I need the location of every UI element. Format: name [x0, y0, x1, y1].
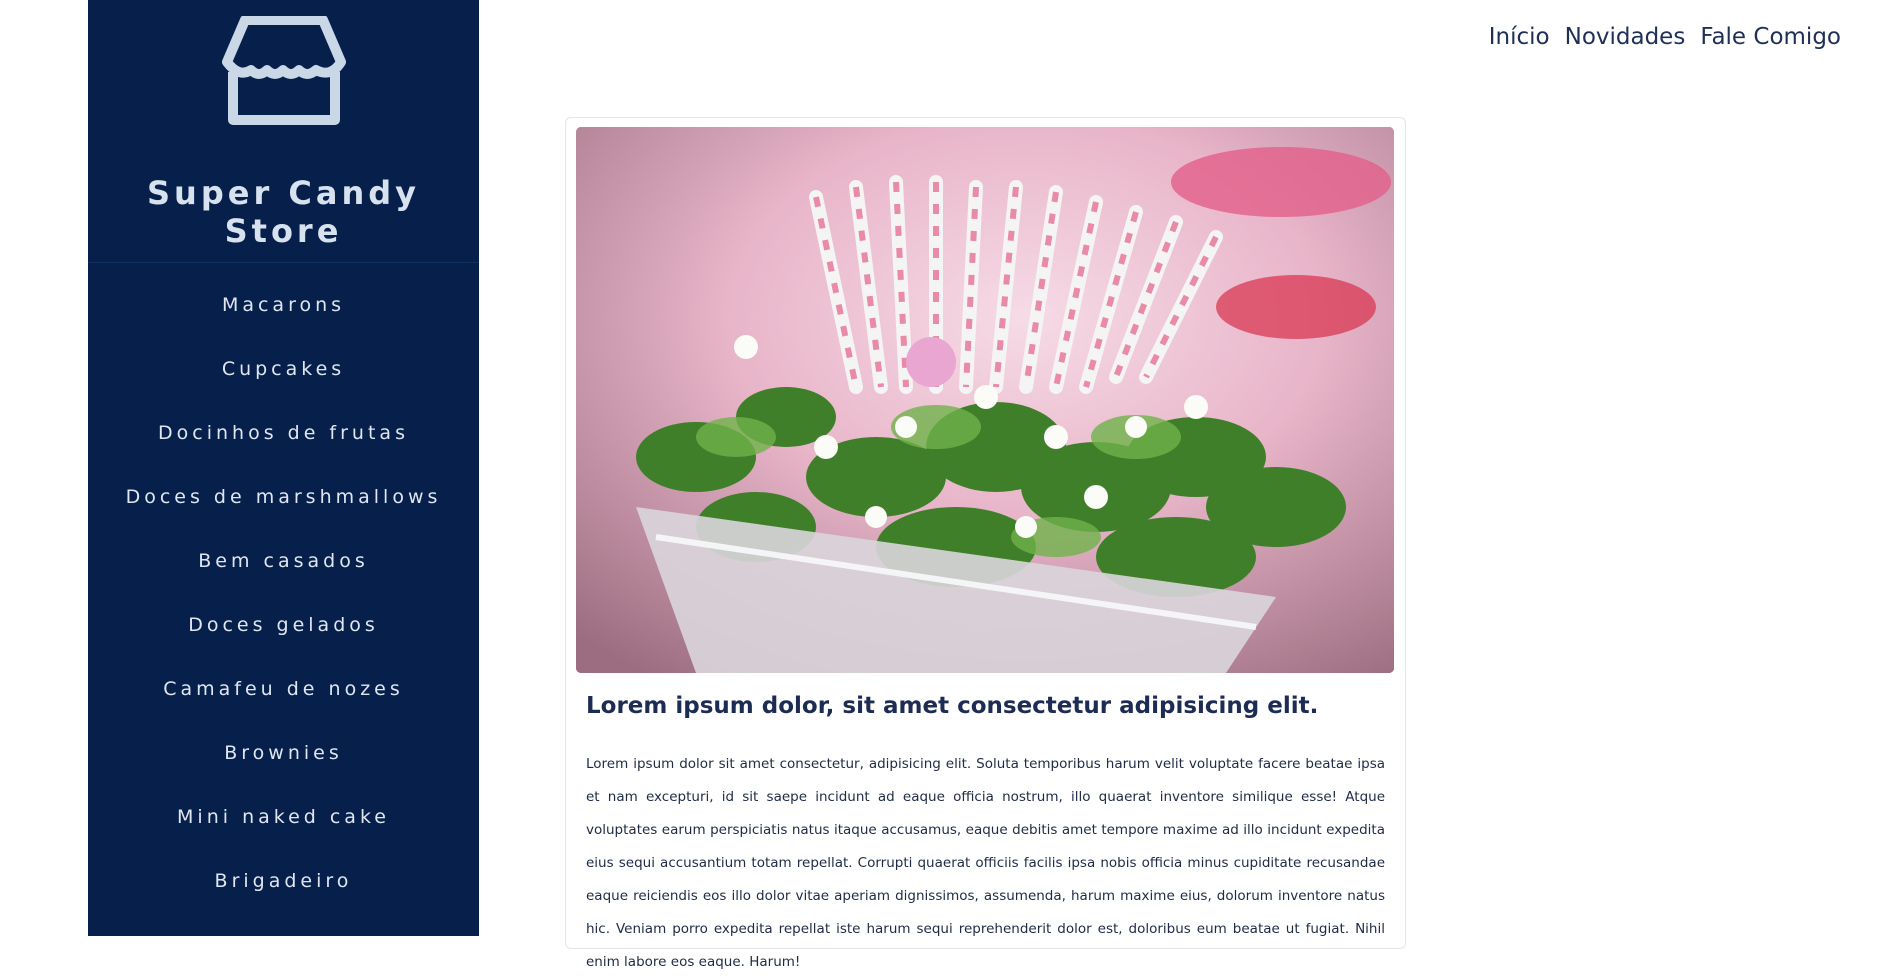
post-image [576, 127, 1394, 673]
sidebar: Super Candy Store Macarons Cupcakes Doci… [88, 0, 479, 936]
menu-item-macarons[interactable]: Macarons [88, 262, 479, 326]
menu-item-brigadeiro[interactable]: Brigadeiro [88, 838, 479, 902]
nav-link-inicio[interactable]: Início [1489, 24, 1550, 50]
menu-item-mini-naked-cake[interactable]: Mini naked cake [88, 774, 479, 838]
top-nav: Início Novidades Fale Comigo [1489, 24, 1841, 50]
candy-flower-basket-illustration [576, 127, 1394, 673]
menu-item-bem-casados[interactable]: Bem casados [88, 518, 479, 582]
brand-header: Super Candy Store [88, 0, 479, 263]
nav-link-novidades[interactable]: Novidades [1565, 24, 1686, 50]
menu-item-doces-gelados[interactable]: Doces gelados [88, 582, 479, 646]
brand-title: Super Candy Store [147, 174, 420, 250]
menu-item-doces-de-marshmallows[interactable]: Doces de marshmallows [88, 454, 479, 518]
nav-link-fale-comigo[interactable]: Fale Comigo [1700, 24, 1841, 50]
post-card: Lorem ipsum dolor, sit amet consectetur … [565, 117, 1406, 970]
menu-item-docinhos-de-frutas[interactable]: Docinhos de frutas [88, 390, 479, 454]
post-body: Lorem ipsum dolor sit amet consectetur, … [586, 756, 1385, 970]
menu-item-brownies[interactable]: Brownies [88, 710, 479, 774]
post-title: Lorem ipsum dolor, sit amet consectetur … [586, 693, 1319, 719]
category-menu: Macarons Cupcakes Docinhos de frutas Doc… [88, 262, 479, 902]
menu-item-camafeu-de-nozes[interactable]: Camafeu de nozes [88, 646, 479, 710]
menu-item-cupcakes[interactable]: Cupcakes [88, 326, 479, 390]
store-icon [221, 16, 346, 125]
